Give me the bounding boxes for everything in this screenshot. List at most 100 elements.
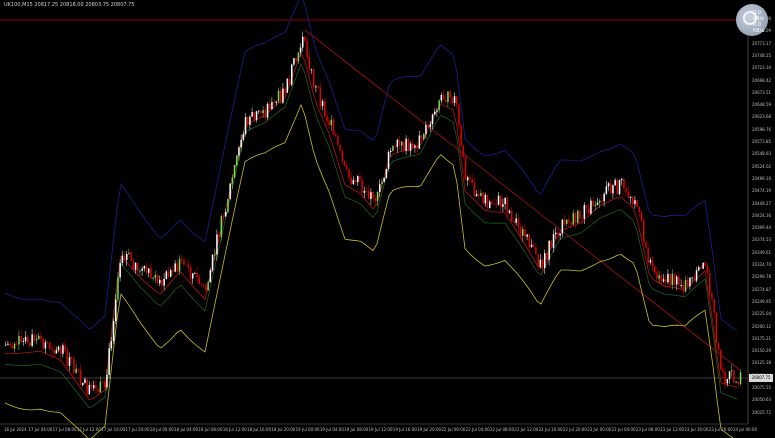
candle-body: [359, 176, 361, 180]
candle-body: [739, 372, 742, 385]
price-scale-label: 20225.04: [752, 311, 772, 317]
candle-body: [467, 177, 469, 181]
candle-body: [473, 182, 476, 197]
candle-body: [695, 270, 698, 281]
candle-body: [603, 193, 605, 202]
candle-body: [9, 343, 11, 346]
candle-body: [35, 339, 38, 341]
candle-body: [572, 213, 575, 225]
candle-body: [79, 369, 82, 385]
candle-body: [49, 342, 51, 349]
candle-body: [137, 263, 139, 271]
candle-body: [379, 184, 381, 192]
candle-body: [700, 267, 702, 269]
candle-body: [260, 110, 262, 114]
candle-body: [649, 260, 652, 263]
candle-body: [277, 90, 280, 102]
time-scale-label: 18 Jul 20:00: [271, 427, 296, 432]
price-scale-label: 20175.21: [752, 335, 772, 341]
time-scale-label: 17 Jul 12:00: [76, 427, 101, 432]
candle-body: [231, 177, 234, 184]
candle-body: [119, 262, 121, 278]
candle-body: [93, 385, 95, 389]
chart-window[interactable]: UK100,M15 20817.25 20818.00 20803.75 208…: [0, 0, 775, 438]
candle-body: [568, 219, 570, 223]
candle-body: [418, 135, 421, 149]
price-scale-label: 20050.63: [752, 397, 772, 403]
network-speed-widget[interactable]: 0.0 KB/s 0.0 KB/s: [736, 4, 768, 36]
time-scale-label: 23 Jul 20:00: [708, 427, 733, 432]
candle-body: [280, 90, 282, 103]
candle-body: [394, 145, 396, 147]
candle-body: [456, 96, 458, 105]
candle-body: [660, 275, 663, 282]
candle-body: [515, 218, 517, 223]
candle-body: [128, 252, 130, 254]
candle-body: [60, 346, 62, 354]
candle-body: [348, 169, 350, 178]
candle-body: [427, 125, 429, 128]
candle-body: [156, 274, 159, 284]
candle-body: [592, 200, 594, 207]
candle-body: [304, 36, 306, 41]
candle-body: [537, 254, 539, 267]
candle-body: [141, 268, 143, 271]
price-scale-label: 20200.12: [752, 323, 772, 329]
candle-body: [438, 100, 440, 111]
candle-body: [363, 191, 366, 193]
candle-body: [508, 210, 511, 213]
candle-body: [546, 253, 548, 260]
candle-body: [262, 110, 264, 114]
candle-body: [724, 371, 726, 384]
time-scale-label: 19 Jul 20:00: [417, 427, 442, 432]
candle-body: [618, 180, 621, 195]
candle-body: [299, 47, 302, 53]
candle-body: [484, 194, 487, 204]
price-scale-label: 20374.53: [752, 237, 772, 243]
candle-body: [187, 264, 190, 268]
candle-body: [731, 370, 733, 372]
candle-body: [53, 349, 55, 354]
candle-body: [563, 219, 566, 224]
candle-body: [460, 125, 462, 147]
candle-body: [139, 270, 141, 272]
candle-body: [341, 151, 344, 162]
price-chart[interactable]: [0, 0, 775, 438]
candle-body: [370, 192, 372, 199]
candle-body: [689, 277, 691, 287]
candle-body: [240, 139, 242, 148]
candle-body: [588, 208, 590, 214]
candle-body: [258, 110, 260, 112]
lower-band-line: [4, 103, 734, 438]
candle-body: [555, 232, 557, 235]
candle-body: [121, 255, 124, 263]
price-scale-label: 20748.25: [752, 52, 772, 58]
candle-body: [640, 211, 643, 222]
candle-body: [429, 124, 432, 128]
candle-body: [581, 218, 583, 220]
candle-body: [614, 180, 616, 186]
candle-body: [431, 114, 434, 125]
candle-body: [706, 265, 709, 273]
candle-body: [148, 268, 150, 273]
candle-body: [46, 342, 49, 344]
candle-body: [464, 156, 467, 181]
candle-body: [478, 194, 480, 196]
price-scale-label: 20299.78: [752, 274, 772, 280]
candle-body: [339, 144, 341, 152]
candle-body: [577, 210, 579, 223]
candle-body: [332, 119, 335, 134]
candle-body: [297, 52, 300, 62]
price-scale-label: 20648.59: [752, 102, 772, 108]
candle-body: [192, 273, 194, 279]
time-scale-label: 16 Jul 2024: [4, 427, 27, 432]
candle-body: [475, 194, 478, 197]
candle-body: [506, 197, 509, 213]
candle-body: [365, 191, 368, 192]
candle-body: [315, 86, 317, 88]
candle-body: [643, 221, 645, 242]
candle-body: [196, 273, 198, 278]
current-price-label: 20807.75: [749, 374, 773, 382]
candle-body: [31, 334, 33, 346]
candle-body: [735, 381, 737, 383]
